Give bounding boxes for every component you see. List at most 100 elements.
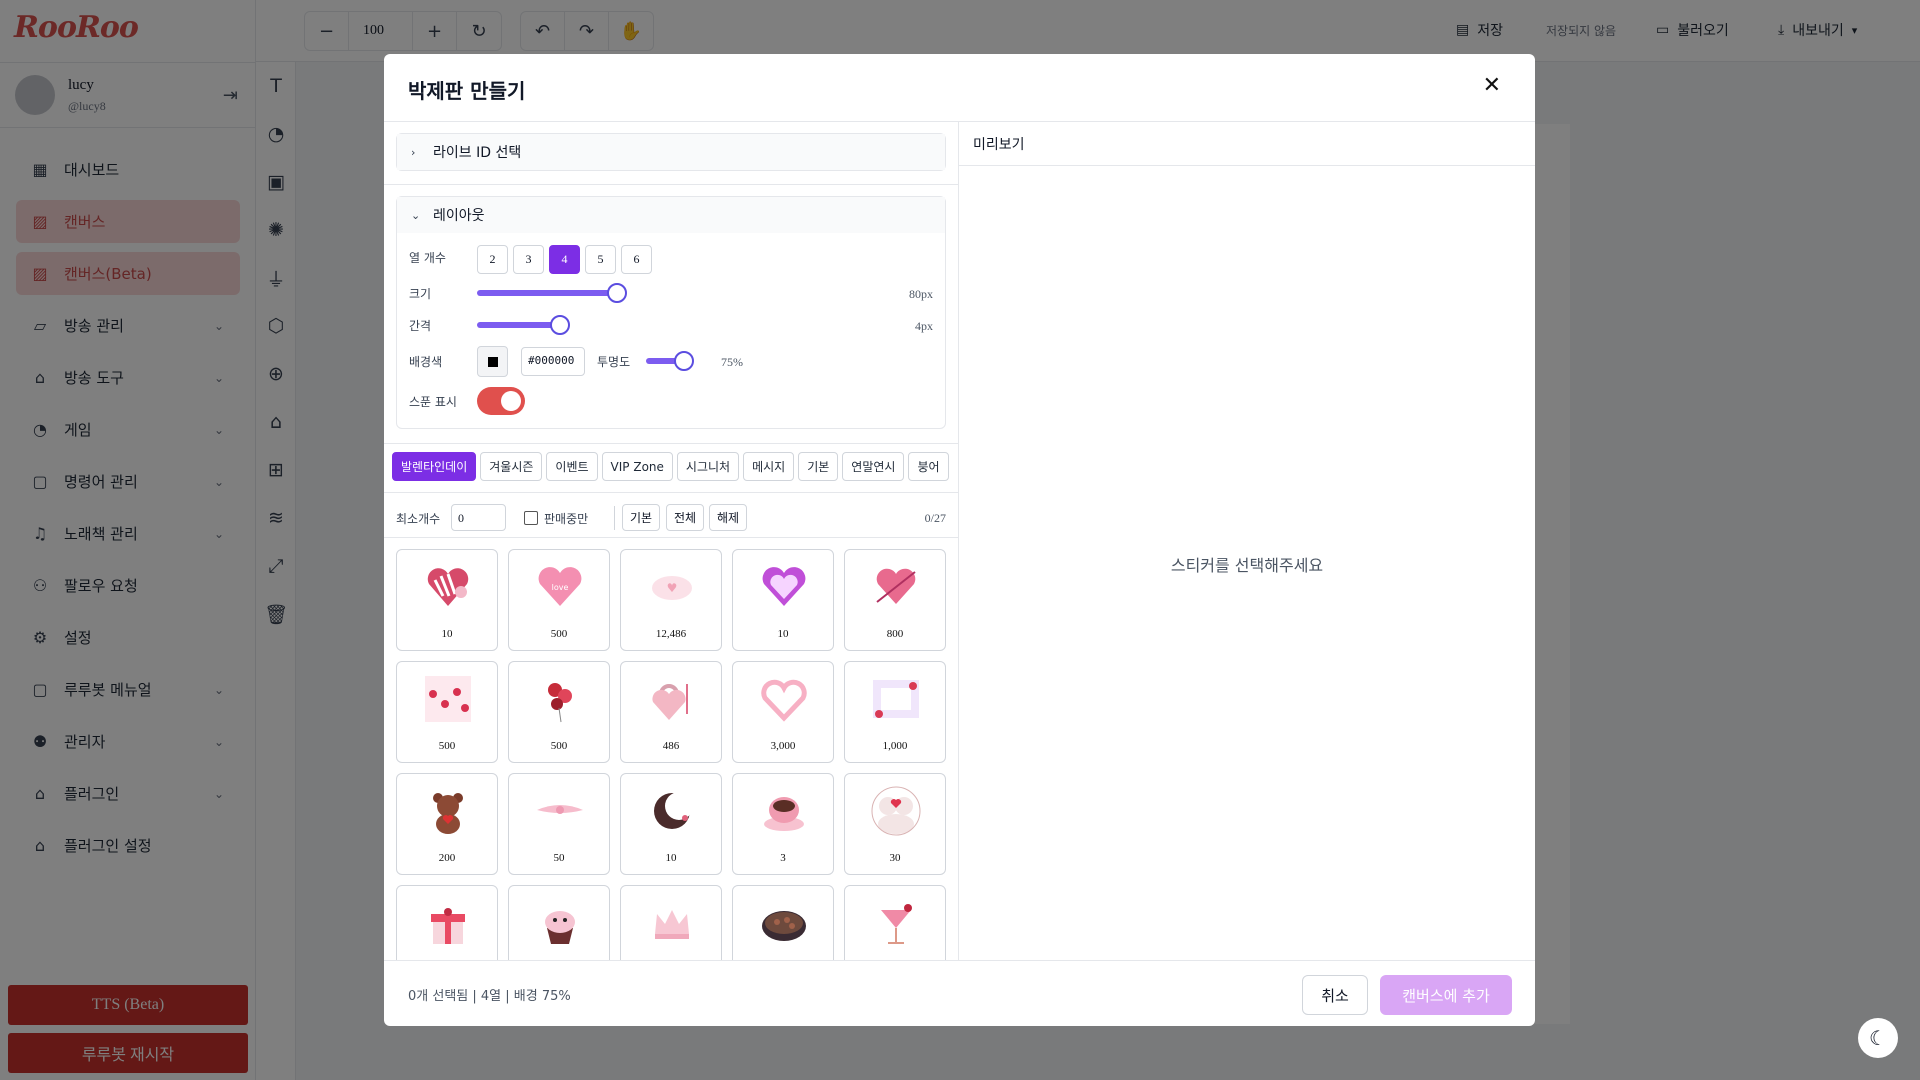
close-icon[interactable]: ✕ [1483, 73, 1501, 98]
column-option-6[interactable]: 6 [621, 245, 652, 274]
bg-hex-input[interactable]: #000000 [521, 347, 585, 376]
gap-label: 간격 [409, 319, 432, 333]
tab-6[interactable]: 기본 [798, 452, 839, 481]
sticker-grid: 10 love 500 ♥ 12,486 10 800 500 500 486 3,000 1,000… [396, 549, 948, 960]
sticker-price: 50 [553, 852, 565, 864]
love-you-heart-sticker-image: love [535, 562, 585, 612]
pink-ribbon-sticker-image [535, 786, 585, 836]
tab-8[interactable]: 붕어 [908, 452, 949, 481]
divider [384, 492, 958, 493]
cancel-button[interactable]: 취소 [1302, 975, 1368, 1015]
live-id-accordion[interactable]: › 라이브 ID 선택 [396, 133, 946, 171]
tab-4[interactable]: 시그니처 [676, 452, 740, 481]
sticker-price: 30 [889, 852, 901, 864]
sticker-price: 10 [665, 852, 677, 864]
sticker-card[interactable]: 800 [844, 549, 946, 651]
crown-sticker-image [647, 898, 697, 948]
sticker-price: 12,486 [655, 628, 687, 640]
sticker-card[interactable]: 200 [396, 773, 498, 875]
column-option-3[interactable]: 3 [513, 245, 544, 274]
show-balloon-toggle[interactable] [477, 387, 525, 415]
select-all-button[interactable]: 전체 [666, 504, 705, 531]
create-board-modal: 박제판 만들기 ✕ › 라이브 ID 선택 ⌄ 레이아웃 열 개수 23456 크기… [384, 54, 1535, 1026]
purple-heart-sticker-image [759, 562, 809, 612]
add-to-canvas-button[interactable]: 캔버스에 추가 [1380, 975, 1512, 1015]
divider [614, 506, 615, 530]
heart-box-sticker-image [423, 562, 473, 612]
slider-handle[interactable] [673, 351, 694, 371]
column-option-4[interactable]: 4 [549, 245, 580, 274]
live-id-label: 라이브 ID 선택 [433, 145, 522, 161]
slider-track[interactable] [477, 290, 617, 296]
slider-track[interactable] [477, 322, 560, 328]
sticker-card[interactable]: 3 [732, 773, 834, 875]
slider-handle[interactable] [549, 315, 570, 335]
sticker-card[interactable]: 30 [844, 773, 946, 875]
sticker-price: 200 [438, 852, 456, 864]
modal-header: 박제판 만들기 ✕ [384, 54, 1535, 122]
size-label: 크기 [409, 287, 432, 301]
sticker-card[interactable]: 10 [620, 773, 722, 875]
sticker-card[interactable]: 10 [396, 549, 498, 651]
footer-info: 0개 선택됨 | 4열 | 배경 75% [408, 989, 571, 1004]
show-balloon-label: 스푼 표시 [409, 395, 457, 409]
tab-5[interactable]: 메시지 [743, 452, 795, 481]
sticker-price: 486 [662, 740, 680, 752]
sticker-card[interactable]: 1,000 [844, 661, 946, 763]
slider-handle[interactable] [606, 283, 627, 303]
sticker-card[interactable]: ♥ 12,486 [620, 549, 722, 651]
sticker-price: 3,000 [770, 740, 796, 752]
chevron-down-icon: ⌄ [411, 208, 421, 222]
gift-box-sticker-image [423, 898, 473, 948]
tab-7[interactable]: 연말연시 [842, 452, 905, 481]
tab-2[interactable]: 이벤트 [546, 452, 598, 481]
modal-title: 박제판 만들기 [408, 79, 526, 103]
on-sale-checkbox[interactable] [524, 511, 538, 525]
gap-value: 4px [915, 319, 933, 333]
cupcake-sticker-image [535, 898, 585, 948]
sticker-card[interactable] [844, 885, 946, 960]
sticker-price: 500 [550, 628, 568, 640]
sticker-card[interactable]: 500 [396, 661, 498, 763]
sticker-price: 800 [886, 628, 904, 640]
basic-button[interactable]: 기본 [622, 504, 661, 531]
bg-color-label: 배경색 [409, 355, 443, 369]
tab-3[interactable]: VIP Zone [601, 452, 673, 481]
sticker-card[interactable]: 50 [508, 773, 610, 875]
sticker-card[interactable] [620, 885, 722, 960]
column-option-5[interactable]: 5 [585, 245, 616, 274]
tab-1[interactable]: 겨울시즌 [480, 452, 543, 481]
columns-label: 열 개수 [409, 251, 446, 265]
sticker-card[interactable]: 486 [620, 661, 722, 763]
modal-footer: 0개 선택됨 | 4열 | 배경 75% 취소 캔버스에 추가 [384, 960, 1535, 1026]
bg-color-swatch[interactable] [477, 346, 508, 377]
column-option-2[interactable]: 2 [477, 245, 508, 274]
cocktail-sticker-image [871, 898, 921, 948]
sticker-card[interactable]: 10 [732, 549, 834, 651]
sticker-card[interactable]: 500 [508, 661, 610, 763]
preview-title: 미리보기 [959, 122, 1535, 166]
sticker-card[interactable] [732, 885, 834, 960]
heart-lock-sticker-image [647, 674, 697, 724]
sticker-card[interactable]: 3,000 [732, 661, 834, 763]
opacity-value: 75% [721, 355, 743, 369]
layout-accordion: ⌄ 레이아웃 열 개수 23456 크기 80px 간격 4px 배경색 #000… [396, 196, 946, 429]
sticker-card[interactable] [396, 885, 498, 960]
chocolate-box-sticker-image [759, 898, 809, 948]
svg-text:love: love [552, 583, 569, 592]
min-count-label: 최소개수 [396, 512, 441, 526]
layout-label: 레이아웃 [433, 208, 485, 224]
preview-empty-message: 스티커를 선택해주세요 [1170, 556, 1324, 575]
tab-0[interactable]: 발렌타인데이 [392, 452, 477, 481]
sticker-price: 500 [438, 740, 456, 752]
clear-button[interactable]: 해제 [709, 504, 748, 531]
sticker-card[interactable] [508, 885, 610, 960]
divider [384, 184, 958, 185]
divider [384, 443, 958, 444]
sticker-card[interactable]: love 500 [508, 549, 610, 651]
dark-mode-icon[interactable]: ☾ [1858, 1018, 1898, 1058]
min-count-input[interactable]: 0 [451, 504, 506, 531]
filter-bar: 최소개수 0 판매중만 기본 전체 해제 0/27 [396, 503, 946, 533]
pink-text-sticker-image: ♥ [647, 562, 697, 612]
layout-header[interactable]: ⌄ 레이아웃 [397, 197, 945, 233]
